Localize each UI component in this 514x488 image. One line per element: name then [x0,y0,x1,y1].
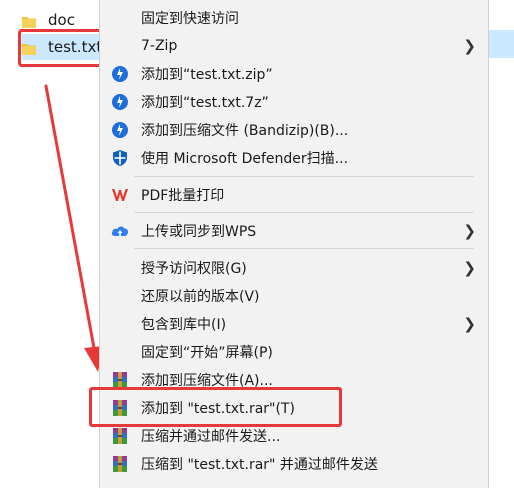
menu-item-restore-versions[interactable]: 还原以前的版本(V) [100,281,488,311]
menu-item-bandizip-7z[interactable]: 添加到“test.txt.7z” [100,87,488,117]
menu-item-label: 上传或同步到WPS [141,224,257,240]
chevron-right-icon: ❯ [463,315,476,333]
menu-item-label: 7-Zip [141,38,178,54]
menu-item-winrar-compress-rar-email[interactable]: 压缩到 "test.txt.rar" 并通过邮件发送 [100,449,488,479]
menu-item-bandizip-zip[interactable]: 添加到“test.txt.zip” [100,59,488,89]
menu-item-label: PDF批量打印 [141,188,225,204]
winrar-icon [110,454,130,474]
menu-item-label: 压缩到 "test.txt.rar" 并通过邮件发送 [141,457,378,473]
menu-item-give-access[interactable]: 授予访问权限(G) ❯ [100,253,488,283]
menu-item-label: 添加到压缩文件 (Bandizip)(B)... [141,123,349,139]
wps-pdf-icon [110,185,130,205]
menu-item-include-library[interactable]: 包含到库中(I) ❯ [100,309,488,339]
menu-separator [134,212,474,213]
bandizip-icon [110,120,130,140]
annotation-box-add-rar [89,387,342,427]
menu-item-label: 添加到“test.txt.7z” [141,95,269,111]
bandizip-icon [110,64,130,84]
menu-separator [134,248,474,249]
menu-item-label: 还原以前的版本(V) [141,289,260,305]
defender-shield-icon [110,148,130,168]
menu-item-label: 固定到快速访问 [141,11,239,27]
menu-item-wps-sync[interactable]: 上传或同步到WPS ❯ [100,216,488,246]
menu-item-label: 使用 Microsoft Defender扫描... [141,151,349,167]
bandizip-icon [110,92,130,112]
menu-item-7zip[interactable]: 7-Zip ❯ [100,31,488,61]
menu-item-label: 授予访问权限(G) [141,261,247,277]
menu-item-bandizip-add[interactable]: 添加到压缩文件 (Bandizip)(B)... [100,115,488,145]
wps-cloud-icon [110,221,130,241]
chevron-right-icon: ❯ [463,37,476,55]
chevron-right-icon: ❯ [463,259,476,277]
menu-item-label: 包含到库中(I) [141,317,227,333]
menu-item-defender-scan[interactable]: 使用 Microsoft Defender扫描... [100,143,488,173]
menu-item-pin-start[interactable]: 固定到“开始”屏幕(P) [100,337,488,367]
menu-separator [134,176,474,177]
menu-item-label: 添加到“test.txt.zip” [141,67,273,83]
menu-item-pin-quick-access[interactable]: 固定到快速访问 [100,3,488,33]
menu-item-pdf-batch-print[interactable]: PDF批量打印 [100,180,488,210]
chevron-right-icon: ❯ [463,222,476,240]
winrar-icon [110,426,130,446]
menu-item-label: 压缩并通过邮件发送... [141,429,281,445]
menu-item-label: 固定到“开始”屏幕(P) [141,345,273,361]
